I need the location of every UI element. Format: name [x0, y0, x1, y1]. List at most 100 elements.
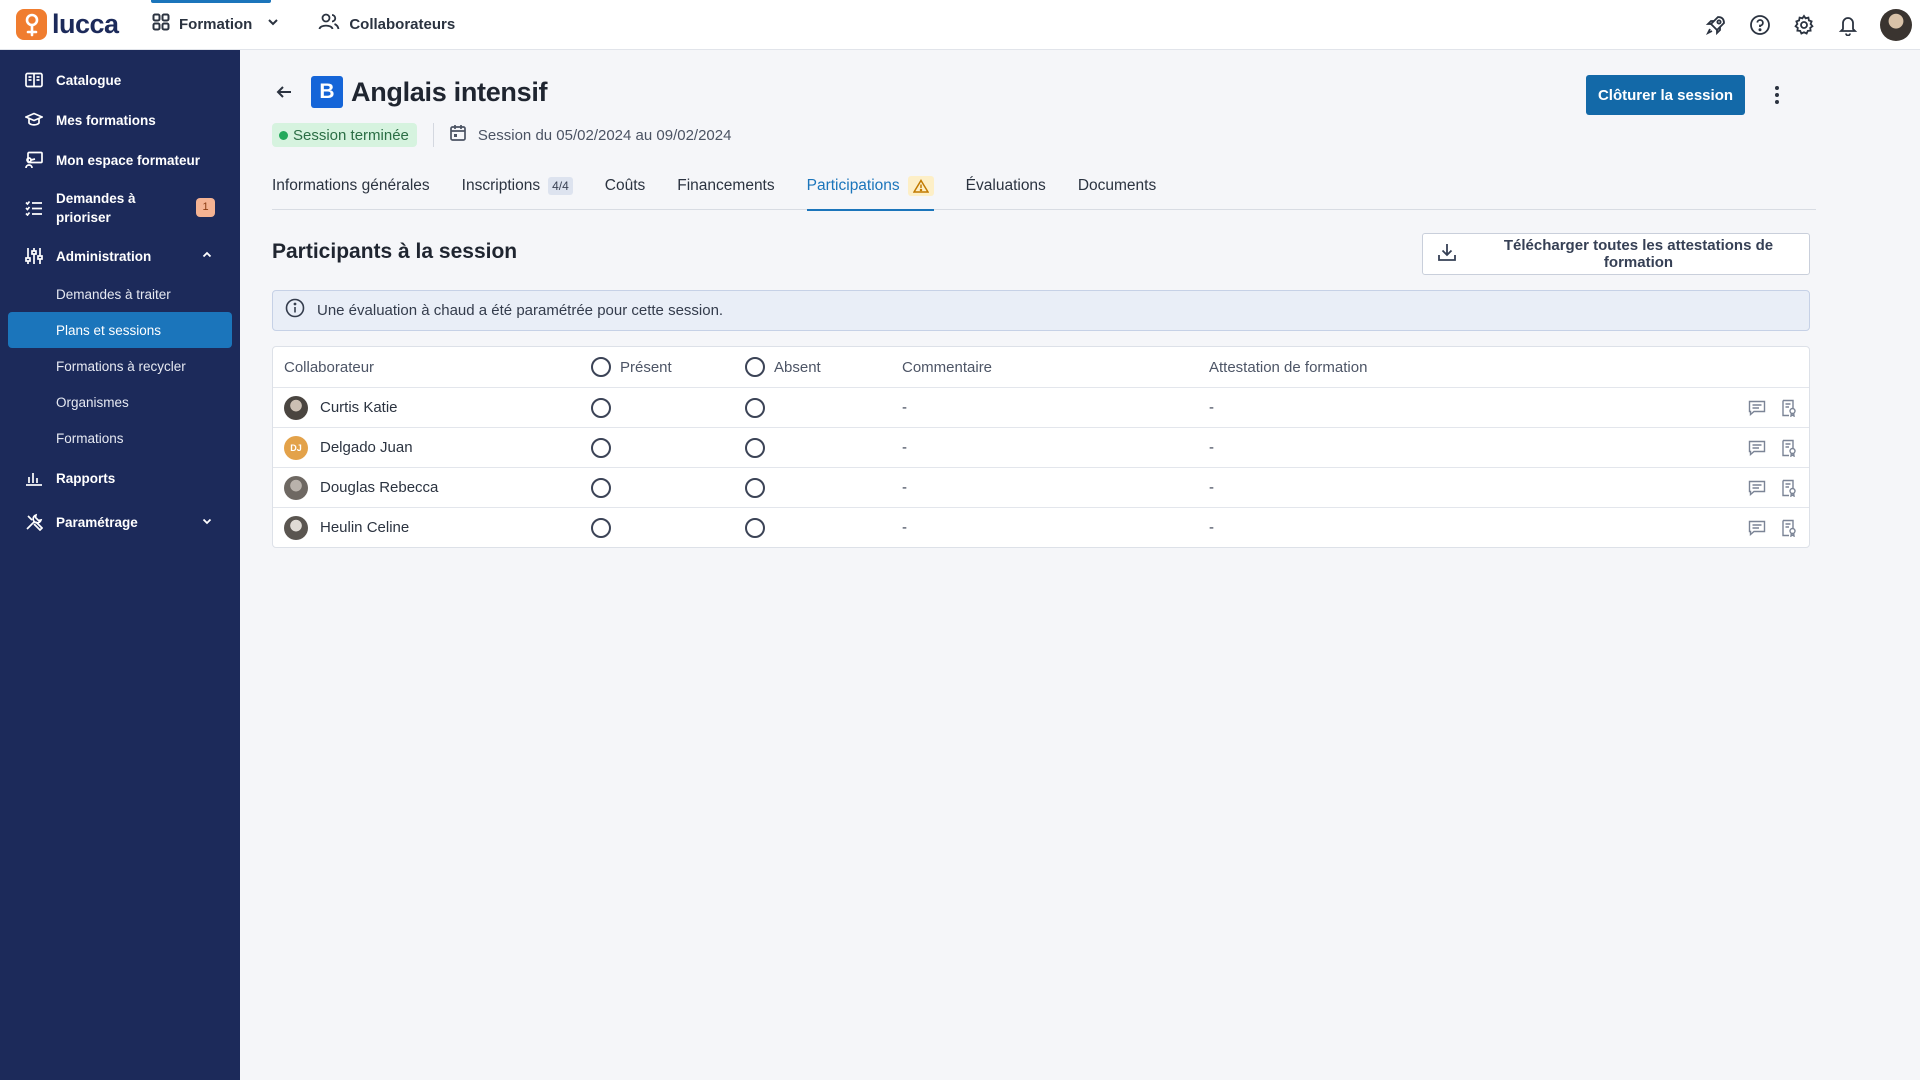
- present-radio[interactable]: [591, 517, 611, 538]
- info-text: Une évaluation à chaud a été paramétrée …: [317, 302, 724, 319]
- table-row: DJ Delgado Juan - -: [273, 427, 1809, 467]
- tab-evaluations[interactable]: Évaluations: [966, 163, 1046, 210]
- tab-label: Participations: [806, 177, 900, 194]
- header-collaborator: Collaborateur: [284, 358, 375, 376]
- present-radio[interactable]: [591, 397, 611, 418]
- tab-financements[interactable]: Financements: [677, 163, 774, 210]
- collaborator-name: Heulin Celine: [320, 519, 410, 536]
- close-session-button[interactable]: Clôturer la session: [1586, 75, 1745, 115]
- participants-table: Collaborateur Présent Absent Commentaire…: [272, 346, 1810, 548]
- attestation-icon[interactable]: [1779, 438, 1799, 458]
- attestation-value: -: [1209, 479, 1214, 496]
- download-attestations-button[interactable]: Télécharger toutes les attestations de f…: [1422, 233, 1810, 275]
- module-switcher[interactable]: Formation: [144, 0, 292, 50]
- attestation-icon[interactable]: [1779, 518, 1799, 538]
- help-icon[interactable]: [1748, 13, 1772, 37]
- present-radio[interactable]: [591, 437, 611, 458]
- present-cell: [591, 437, 611, 458]
- absent-cell: [745, 477, 765, 498]
- tab-participations[interactable]: Participations: [806, 163, 934, 211]
- present-cell: [591, 477, 611, 498]
- sidebar-subitem-organismes[interactable]: Organismes: [8, 384, 232, 420]
- comment-value: -: [902, 439, 907, 456]
- warning-icon: [907, 176, 934, 196]
- gear-icon[interactable]: [1792, 13, 1816, 37]
- collaborator-name: Delgado Juan: [320, 439, 413, 456]
- status-badge: Session terminée: [272, 123, 417, 147]
- back-arrow-icon[interactable]: [272, 80, 296, 104]
- page-header: B Anglais intensif: [272, 76, 548, 108]
- attestation-value: -: [1209, 439, 1214, 456]
- collaborator-name: Douglas Rebecca: [320, 479, 439, 496]
- rocket-icon[interactable]: [1704, 13, 1728, 37]
- absent-radio[interactable]: [745, 437, 765, 458]
- avatar: [284, 395, 308, 420]
- comment-icon[interactable]: [1747, 438, 1767, 458]
- session-meta: Session terminée Session du 05/02/2024 a…: [272, 123, 731, 147]
- table-row: Heulin Celine - -: [273, 507, 1809, 547]
- comment-icon[interactable]: [1747, 478, 1767, 498]
- download-label: Télécharger toutes les attestations de f…: [1503, 237, 1774, 271]
- attestation-value: -: [1209, 519, 1214, 536]
- absent-cell: [745, 397, 765, 418]
- select-all-absent-radio[interactable]: [745, 357, 765, 377]
- present-radio[interactable]: [591, 477, 611, 498]
- attestation-icon[interactable]: [1779, 398, 1799, 418]
- attestation-icon[interactable]: [1779, 478, 1799, 498]
- sidebar-item-mes-formations[interactable]: Mes formations: [0, 100, 240, 140]
- sidebar-item-demandes-prioriser[interactable]: Demandes à prioriser 1: [0, 180, 240, 236]
- absent-radio[interactable]: [745, 477, 765, 498]
- sidebar-item-parametrage[interactable]: Paramétrage: [0, 502, 240, 542]
- table-row: Curtis Katie - -: [273, 387, 1809, 427]
- collaborator-name: Curtis Katie: [320, 399, 398, 416]
- sidebar-item-espace-formateur[interactable]: Mon espace formateur: [0, 140, 240, 180]
- absent-radio[interactable]: [745, 517, 765, 538]
- sidebar-item-label: Paramétrage: [56, 514, 138, 530]
- comment-icon[interactable]: [1747, 398, 1767, 418]
- bar-chart-icon: [25, 469, 43, 487]
- tab-informations-generales[interactable]: Informations générales: [272, 163, 430, 210]
- header-absent[interactable]: Absent: [745, 357, 821, 377]
- top-actions: [1704, 0, 1912, 50]
- grid-icon: [152, 13, 170, 36]
- tab-couts[interactable]: Coûts: [605, 163, 646, 210]
- sidebar-item-label: Catalogue: [56, 72, 122, 88]
- collaborators-link[interactable]: Collaborateurs: [310, 0, 467, 50]
- header-absent-label: Absent: [774, 358, 821, 376]
- tab-label: Inscriptions: [461, 177, 541, 194]
- avatar: DJ: [284, 435, 308, 460]
- tab-documents[interactable]: Documents: [1078, 163, 1156, 210]
- sidebar-subitem-demandes-traiter[interactable]: Demandes à traiter: [8, 276, 232, 312]
- sidebar-subitem-plans-sessions[interactable]: Plans et sessions: [8, 312, 232, 348]
- more-options-icon[interactable]: [1765, 83, 1789, 107]
- bell-icon[interactable]: [1836, 13, 1860, 37]
- tab-label: Coûts: [604, 177, 646, 194]
- calendar-icon: [449, 124, 467, 147]
- download-icon: [1437, 242, 1457, 266]
- header-present[interactable]: Présent: [591, 357, 672, 377]
- select-all-present-radio[interactable]: [591, 357, 611, 377]
- comment-value: -: [902, 519, 907, 536]
- presentation-board-icon: [25, 151, 43, 169]
- comment-icon[interactable]: [1747, 518, 1767, 538]
- comment-value: -: [902, 479, 907, 496]
- sidebar-item-rapports[interactable]: Rapports: [0, 458, 240, 498]
- user-avatar[interactable]: [1880, 9, 1912, 41]
- avatar: [284, 475, 308, 500]
- sidebar-subitem-formations[interactable]: Formations: [8, 420, 232, 456]
- tab-inscriptions[interactable]: Inscriptions 4/4: [462, 163, 573, 210]
- chevron-down-icon: [201, 514, 213, 532]
- attestation-value: -: [1209, 399, 1214, 416]
- training-badge: B: [311, 76, 343, 108]
- lucca-logo[interactable]: lucca: [16, 9, 126, 40]
- chevron-down-icon: [266, 15, 280, 34]
- sidebar-item-catalogue[interactable]: Catalogue: [0, 60, 240, 100]
- info-icon: [285, 298, 305, 323]
- sidebar-item-administration[interactable]: Administration: [0, 236, 240, 276]
- row-actions: [1747, 398, 1799, 418]
- tab-label: Documents: [1077, 177, 1157, 194]
- sidebar-item-label: Demandes à prioriser: [56, 191, 136, 225]
- avatar: [284, 515, 308, 540]
- absent-radio[interactable]: [745, 397, 765, 418]
- sidebar-subitem-formations-recycler[interactable]: Formations à recycler: [8, 348, 232, 384]
